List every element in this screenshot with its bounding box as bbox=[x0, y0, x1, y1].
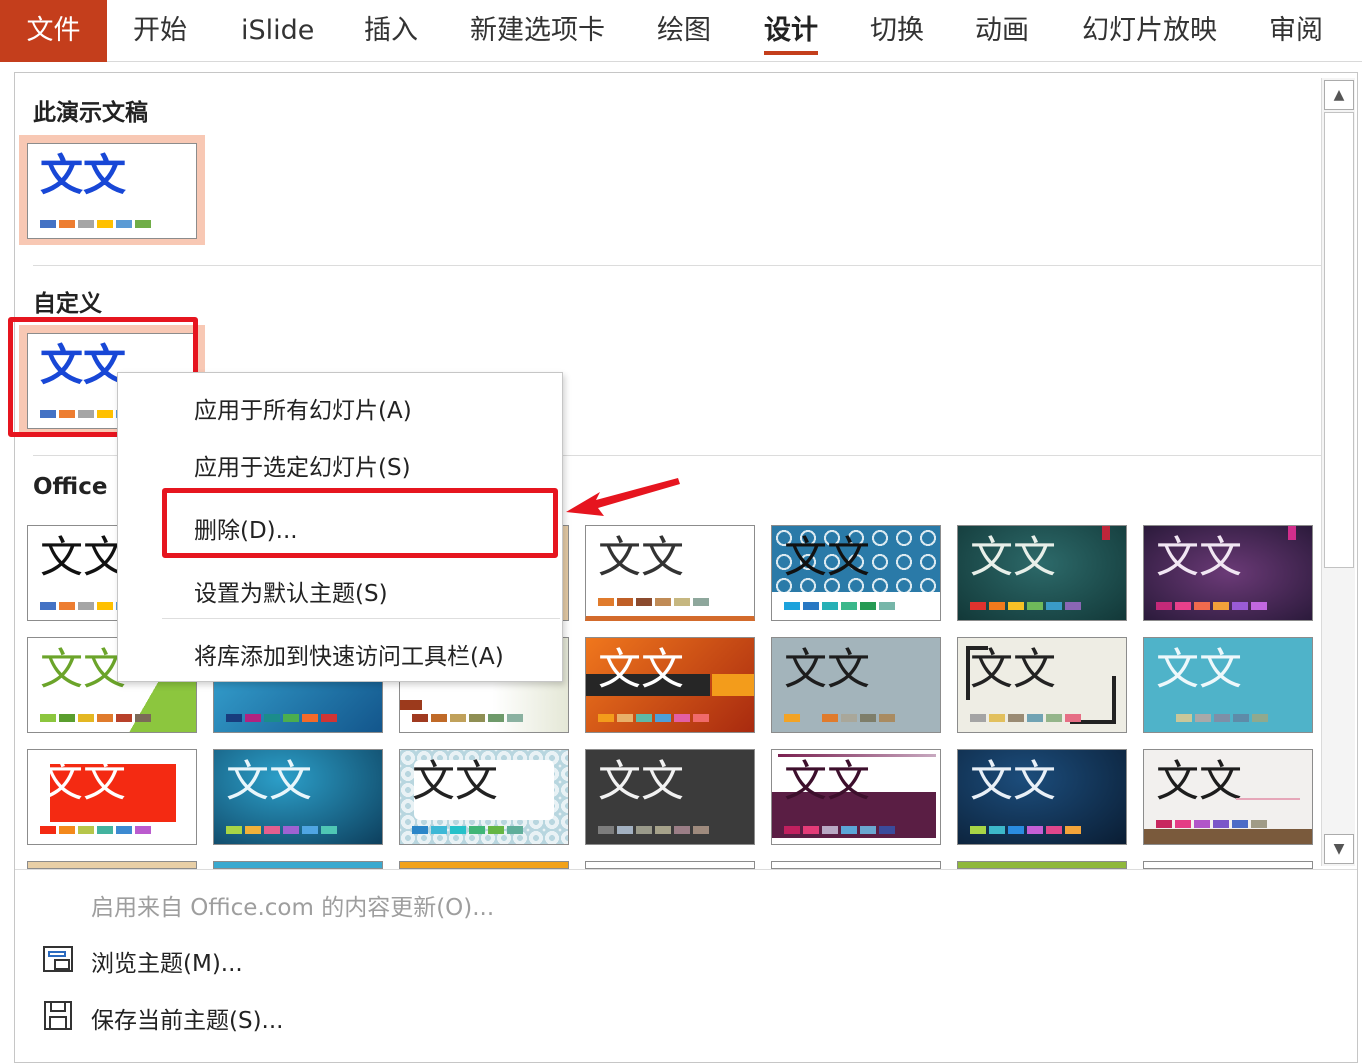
theme-thumb-text: 文文 bbox=[412, 757, 498, 807]
highlight-box-delete bbox=[162, 488, 558, 558]
theme-thumb-text: 文文 bbox=[1156, 533, 1242, 583]
save-icon bbox=[44, 1001, 72, 1030]
theme-thumb[interactable]: 文文 bbox=[771, 525, 941, 621]
theme-thumb[interactable]: 文文 bbox=[1143, 637, 1313, 733]
browse-themes-item[interactable]: 浏览主题(M)... bbox=[91, 944, 243, 978]
theme-color-bars bbox=[40, 826, 154, 834]
theme-thumb[interactable]: 文文 bbox=[771, 637, 941, 733]
tab-draw[interactable]: 绘图 bbox=[657, 0, 711, 62]
theme-color-bars bbox=[412, 714, 526, 722]
theme-thumb[interactable]: 文文 bbox=[585, 749, 755, 845]
theme-color-bars bbox=[226, 714, 340, 722]
tab-slide-show[interactable]: 幻灯片放映 bbox=[1082, 0, 1217, 62]
theme-thumb-text: 文文 bbox=[970, 645, 1056, 695]
theme-thumb-text: 文文 bbox=[40, 533, 126, 583]
theme-thumb-text: 文文 bbox=[970, 533, 1056, 583]
theme-thumb-text: 文文 bbox=[598, 757, 684, 807]
theme-thumb[interactable]: 文文 bbox=[585, 637, 755, 733]
ribbon-tab-bar: 文件 开始 iSlide 插入 新建选项卡 绘图 设计 切换 动画 幻灯片放映 … bbox=[0, 0, 1362, 62]
tab-transitions[interactable]: 切换 bbox=[870, 0, 924, 62]
theme-thumb[interactable]: 文文 bbox=[957, 637, 1127, 733]
menu-item-add-to-qat[interactable]: 将库添加到快速访问工具栏(A) bbox=[194, 637, 504, 671]
theme-color-bars bbox=[970, 602, 1084, 610]
theme-color-bars bbox=[1176, 714, 1290, 722]
menu-item-apply-selected[interactable]: 应用于选定幻灯片(S) bbox=[194, 448, 411, 482]
theme-thumb-text: 文文 bbox=[784, 533, 870, 583]
theme-color-bars bbox=[40, 714, 154, 722]
tab-new-tab[interactable]: 新建选项卡 bbox=[470, 0, 605, 62]
section-divider bbox=[33, 265, 1335, 266]
menu-item-set-default[interactable]: 设置为默认主题(S) bbox=[194, 574, 388, 608]
tab-review[interactable]: 审阅 bbox=[1269, 0, 1323, 62]
section-this-presentation: 此演示文稿 bbox=[33, 100, 148, 126]
red-arrow-icon bbox=[566, 478, 680, 516]
theme-thumb[interactable]: 文文 bbox=[399, 749, 569, 845]
theme-thumb-text: 文文 bbox=[784, 645, 870, 695]
theme-color-bars bbox=[226, 826, 340, 834]
theme-thumb[interactable]: 文文 bbox=[1143, 525, 1313, 621]
theme-thumb-text: 文文 bbox=[40, 645, 126, 695]
theme-thumb-text: 文文 bbox=[40, 757, 126, 807]
browse-themes-icon bbox=[43, 946, 73, 972]
theme-thumb-text: 文文 bbox=[1156, 757, 1242, 807]
theme-thumb-current[interactable]: 文文 bbox=[27, 143, 197, 239]
scroll-thumb[interactable] bbox=[1324, 112, 1354, 568]
theme-thumb-text: 文文 bbox=[40, 151, 126, 201]
tab-animations[interactable]: 动画 bbox=[975, 0, 1029, 62]
theme-thumb[interactable]: 文文 bbox=[585, 525, 755, 621]
theme-thumb-text: 文文 bbox=[1156, 645, 1242, 695]
scroll-down-button[interactable]: ▼ bbox=[1324, 834, 1354, 864]
theme-color-bars bbox=[970, 714, 1084, 722]
theme-color-bars bbox=[598, 714, 712, 722]
theme-color-bars bbox=[598, 826, 712, 834]
section-office: Office bbox=[33, 474, 108, 500]
caret-up-icon: ▲ bbox=[1333, 87, 1345, 103]
theme-color-bars bbox=[598, 598, 712, 606]
theme-thumb[interactable]: 文文 bbox=[213, 749, 383, 845]
tab-home[interactable]: 开始 bbox=[133, 0, 187, 62]
theme-thumb[interactable]: 文文 bbox=[771, 749, 941, 845]
theme-color-bars bbox=[412, 826, 526, 834]
theme-thumb[interactable]: 文文 bbox=[957, 749, 1127, 845]
theme-color-bars bbox=[1156, 820, 1270, 828]
theme-thumb[interactable]: 文文 bbox=[1143, 749, 1313, 845]
theme-thumb[interactable]: 文文 bbox=[957, 525, 1127, 621]
theme-thumb-text: 文文 bbox=[598, 645, 684, 695]
gallery-scrollbar[interactable]: ▲ ▼ bbox=[1321, 78, 1355, 866]
tab-file[interactable]: 文件 bbox=[0, 0, 107, 62]
tab-design[interactable]: 设计 bbox=[764, 0, 818, 62]
theme-color-bars bbox=[784, 714, 898, 722]
menu-item-apply-all[interactable]: 应用于所有幻灯片(A) bbox=[194, 391, 412, 425]
theme-thumb-text: 文文 bbox=[226, 757, 312, 807]
theme-thumb-text: 文文 bbox=[970, 757, 1056, 807]
caret-down-icon: ▼ bbox=[1333, 841, 1345, 857]
theme-thumb-text: 文文 bbox=[784, 757, 870, 807]
scroll-up-button[interactable]: ▲ bbox=[1324, 80, 1354, 110]
save-current-theme-item[interactable]: 保存当前主题(S)... bbox=[91, 1001, 283, 1035]
enable-content-updates-item: 启用来自 Office.com 的内容更新(O)... bbox=[91, 895, 495, 921]
tab-islide[interactable]: iSlide bbox=[241, 0, 314, 62]
tab-insert[interactable]: 插入 bbox=[364, 0, 418, 62]
section-custom: 自定义 bbox=[33, 291, 102, 317]
theme-thumb[interactable]: 文文 bbox=[27, 749, 197, 845]
theme-color-bars bbox=[40, 220, 154, 228]
gallery-bottom-divider bbox=[15, 869, 1357, 870]
theme-color-bars bbox=[784, 602, 898, 610]
theme-row-partial bbox=[27, 861, 1327, 869]
theme-color-bars bbox=[1156, 602, 1270, 610]
theme-thumb-text: 文文 bbox=[598, 533, 684, 583]
theme-color-bars bbox=[970, 826, 1084, 834]
theme-color-bars bbox=[784, 826, 898, 834]
menu-separator bbox=[162, 618, 560, 619]
